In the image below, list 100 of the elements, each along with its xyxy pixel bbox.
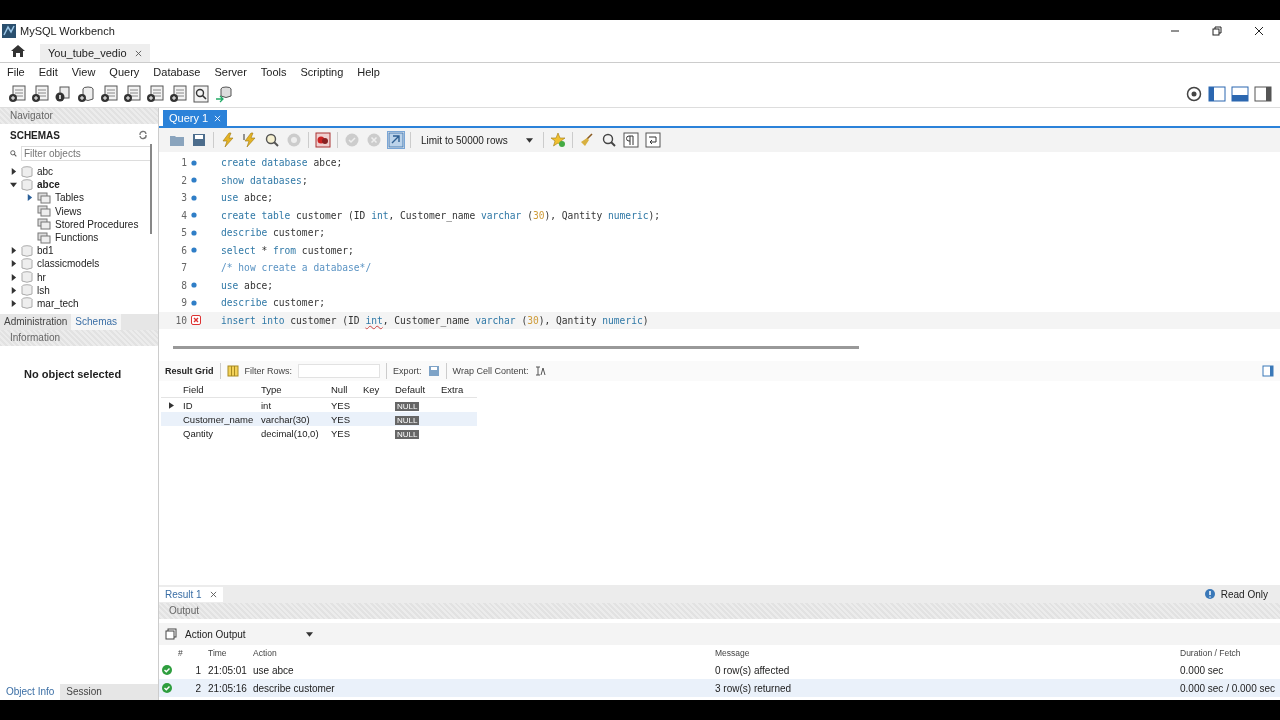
schema-item[interactable]: hr	[37, 271, 46, 283]
output-dropdown[interactable]: Action Output	[185, 628, 313, 640]
table-plus-icon[interactable]	[100, 85, 118, 103]
procedure-plus-icon[interactable]	[146, 85, 164, 103]
settings-icon[interactable]	[1185, 85, 1203, 103]
expander-icon[interactable]	[26, 194, 33, 202]
schema-item[interactable]: bd1	[37, 245, 54, 257]
expander-icon[interactable]	[10, 247, 17, 255]
wrap-text-icon[interactable]	[534, 365, 547, 377]
filter-field[interactable]: Filter objects	[21, 146, 152, 161]
expander-icon[interactable]	[10, 181, 17, 189]
schema-item[interactable]: abc	[37, 166, 54, 178]
limit-dropdown[interactable]: Limit to 50000 rows	[417, 134, 537, 146]
panel-tab[interactable]: Session	[60, 684, 108, 700]
null-badge: NULL	[395, 429, 420, 439]
error-toggle-icon[interactable]	[315, 132, 331, 148]
save-icon[interactable]	[191, 132, 207, 148]
save-icon[interactable]	[427, 365, 440, 377]
menu-item[interactable]: File	[7, 66, 25, 78]
panel-tab[interactable]: Schemas	[71, 314, 122, 330]
database-plus-icon[interactable]	[77, 85, 95, 103]
search-icon[interactable]	[600, 132, 617, 148]
panel-header: Navigator	[0, 108, 158, 124]
schema-item[interactable]: classicmodels	[37, 258, 100, 270]
copy-icon[interactable]	[165, 628, 177, 640]
expander-icon[interactable]	[10, 273, 17, 281]
panel-tab[interactable]: Administration	[0, 314, 72, 330]
table-row[interactable]: ID int YES NULL	[161, 398, 477, 412]
expander-icon[interactable]	[10, 260, 17, 268]
sql-document-icon[interactable]	[8, 85, 26, 103]
column-header[interactable]: Key	[361, 383, 393, 395]
sidebar-toggle-icon[interactable]	[1208, 85, 1226, 103]
column-header[interactable]: Field	[181, 383, 259, 395]
view-plus-icon[interactable]	[123, 85, 141, 103]
expander-icon[interactable]	[10, 299, 17, 307]
tree-item[interactable]: Views	[55, 205, 82, 217]
sql-document-icon[interactable]	[31, 85, 49, 103]
column-header[interactable]: Extra	[439, 383, 475, 395]
schema-item[interactable]: abce	[37, 179, 60, 191]
code-line: use abce;	[221, 192, 273, 204]
code-line: select * from customer;	[221, 244, 354, 256]
column-header[interactable]: Default	[393, 383, 439, 395]
table-row[interactable]: 1 21:05:01 use abce 0 row(s) affected 0.000 sec	[159, 661, 1280, 679]
panel-toggle-icon[interactable]	[1254, 85, 1272, 103]
column-header[interactable]: Type	[259, 383, 329, 395]
columns-icon[interactable]	[226, 365, 239, 377]
expander-icon[interactable]	[10, 168, 17, 176]
column-header[interactable]: Action	[250, 648, 712, 658]
column-header[interactable]: Message	[712, 648, 1177, 658]
info-icon[interactable]	[54, 85, 72, 103]
wrap-label: Wrap Cell Content:	[452, 366, 529, 376]
menu-item[interactable]: Database	[153, 66, 201, 78]
column-header[interactable]: Duration / Fetch	[1177, 648, 1270, 658]
refresh-icon[interactable]	[138, 130, 148, 140]
menu-item[interactable]: Query	[109, 66, 140, 78]
menu-item[interactable]: View	[71, 66, 96, 78]
table-row[interactable]: Qantity decimal(10,0) YES NULL	[161, 426, 477, 440]
paragraph-icon[interactable]	[622, 132, 639, 148]
menu-item[interactable]: Edit	[38, 66, 58, 78]
filter-rows-field[interactable]	[298, 364, 381, 378]
query-tab[interactable]: Query 1	[163, 110, 228, 126]
table-row[interactable]: Customer_name varchar(30) YES NULL	[161, 412, 477, 426]
home-icon[interactable]	[10, 44, 26, 58]
schema-item[interactable]: mar_tech	[37, 297, 79, 309]
magnifier-icon[interactable]	[264, 132, 280, 148]
wrap-icon[interactable]	[644, 132, 661, 148]
menu-item[interactable]: Server	[214, 66, 247, 78]
table-cell: int	[261, 399, 272, 411]
tree-item[interactable]: Tables	[55, 192, 84, 204]
close-icon[interactable]	[1254, 25, 1264, 36]
star-icon[interactable]	[549, 132, 566, 148]
expander-icon[interactable]	[10, 286, 17, 294]
result-grid-tab[interactable]: Result Grid	[165, 366, 214, 376]
code-line: create database abce;	[221, 157, 343, 169]
lightning-cursor-icon[interactable]	[242, 132, 258, 148]
table-cell: use abce	[253, 664, 294, 676]
table-row[interactable]: 2 21:05:16 describe customer 3 row(s) returned 0.000 sec / 0.000 sec	[159, 679, 1280, 697]
migration-icon[interactable]	[215, 85, 233, 103]
column-header[interactable]: Null	[329, 383, 361, 395]
menu-item[interactable]: Help	[357, 66, 380, 78]
function-plus-icon[interactable]	[169, 85, 187, 103]
tree-item[interactable]: Stored Procedures	[55, 218, 139, 230]
panel-header: Output	[159, 603, 1280, 619]
schema-item[interactable]: lsh	[37, 284, 50, 296]
tree-item[interactable]: Functions	[55, 232, 99, 244]
result-tab[interactable]: Result 1	[159, 586, 223, 602]
restore-icon[interactable]	[1212, 25, 1222, 36]
output-toggle-icon[interactable]	[1231, 85, 1249, 103]
connection-tab[interactable]: You_tube_vedio	[40, 44, 150, 62]
search-document-icon[interactable]	[192, 85, 210, 103]
panel-toggle-icon[interactable]	[1262, 365, 1274, 377]
export-label: Export:	[393, 366, 422, 376]
menu-item[interactable]: Scripting	[300, 66, 344, 78]
column-header[interactable]: Time	[205, 648, 250, 658]
autocommit-icon[interactable]	[388, 132, 404, 148]
column-header[interactable]: #	[175, 648, 205, 658]
caret-icon	[525, 137, 533, 143]
table-cell: YES	[331, 399, 350, 411]
menu-item[interactable]: Tools	[260, 66, 287, 78]
panel-tab[interactable]: Object Info	[0, 684, 61, 700]
